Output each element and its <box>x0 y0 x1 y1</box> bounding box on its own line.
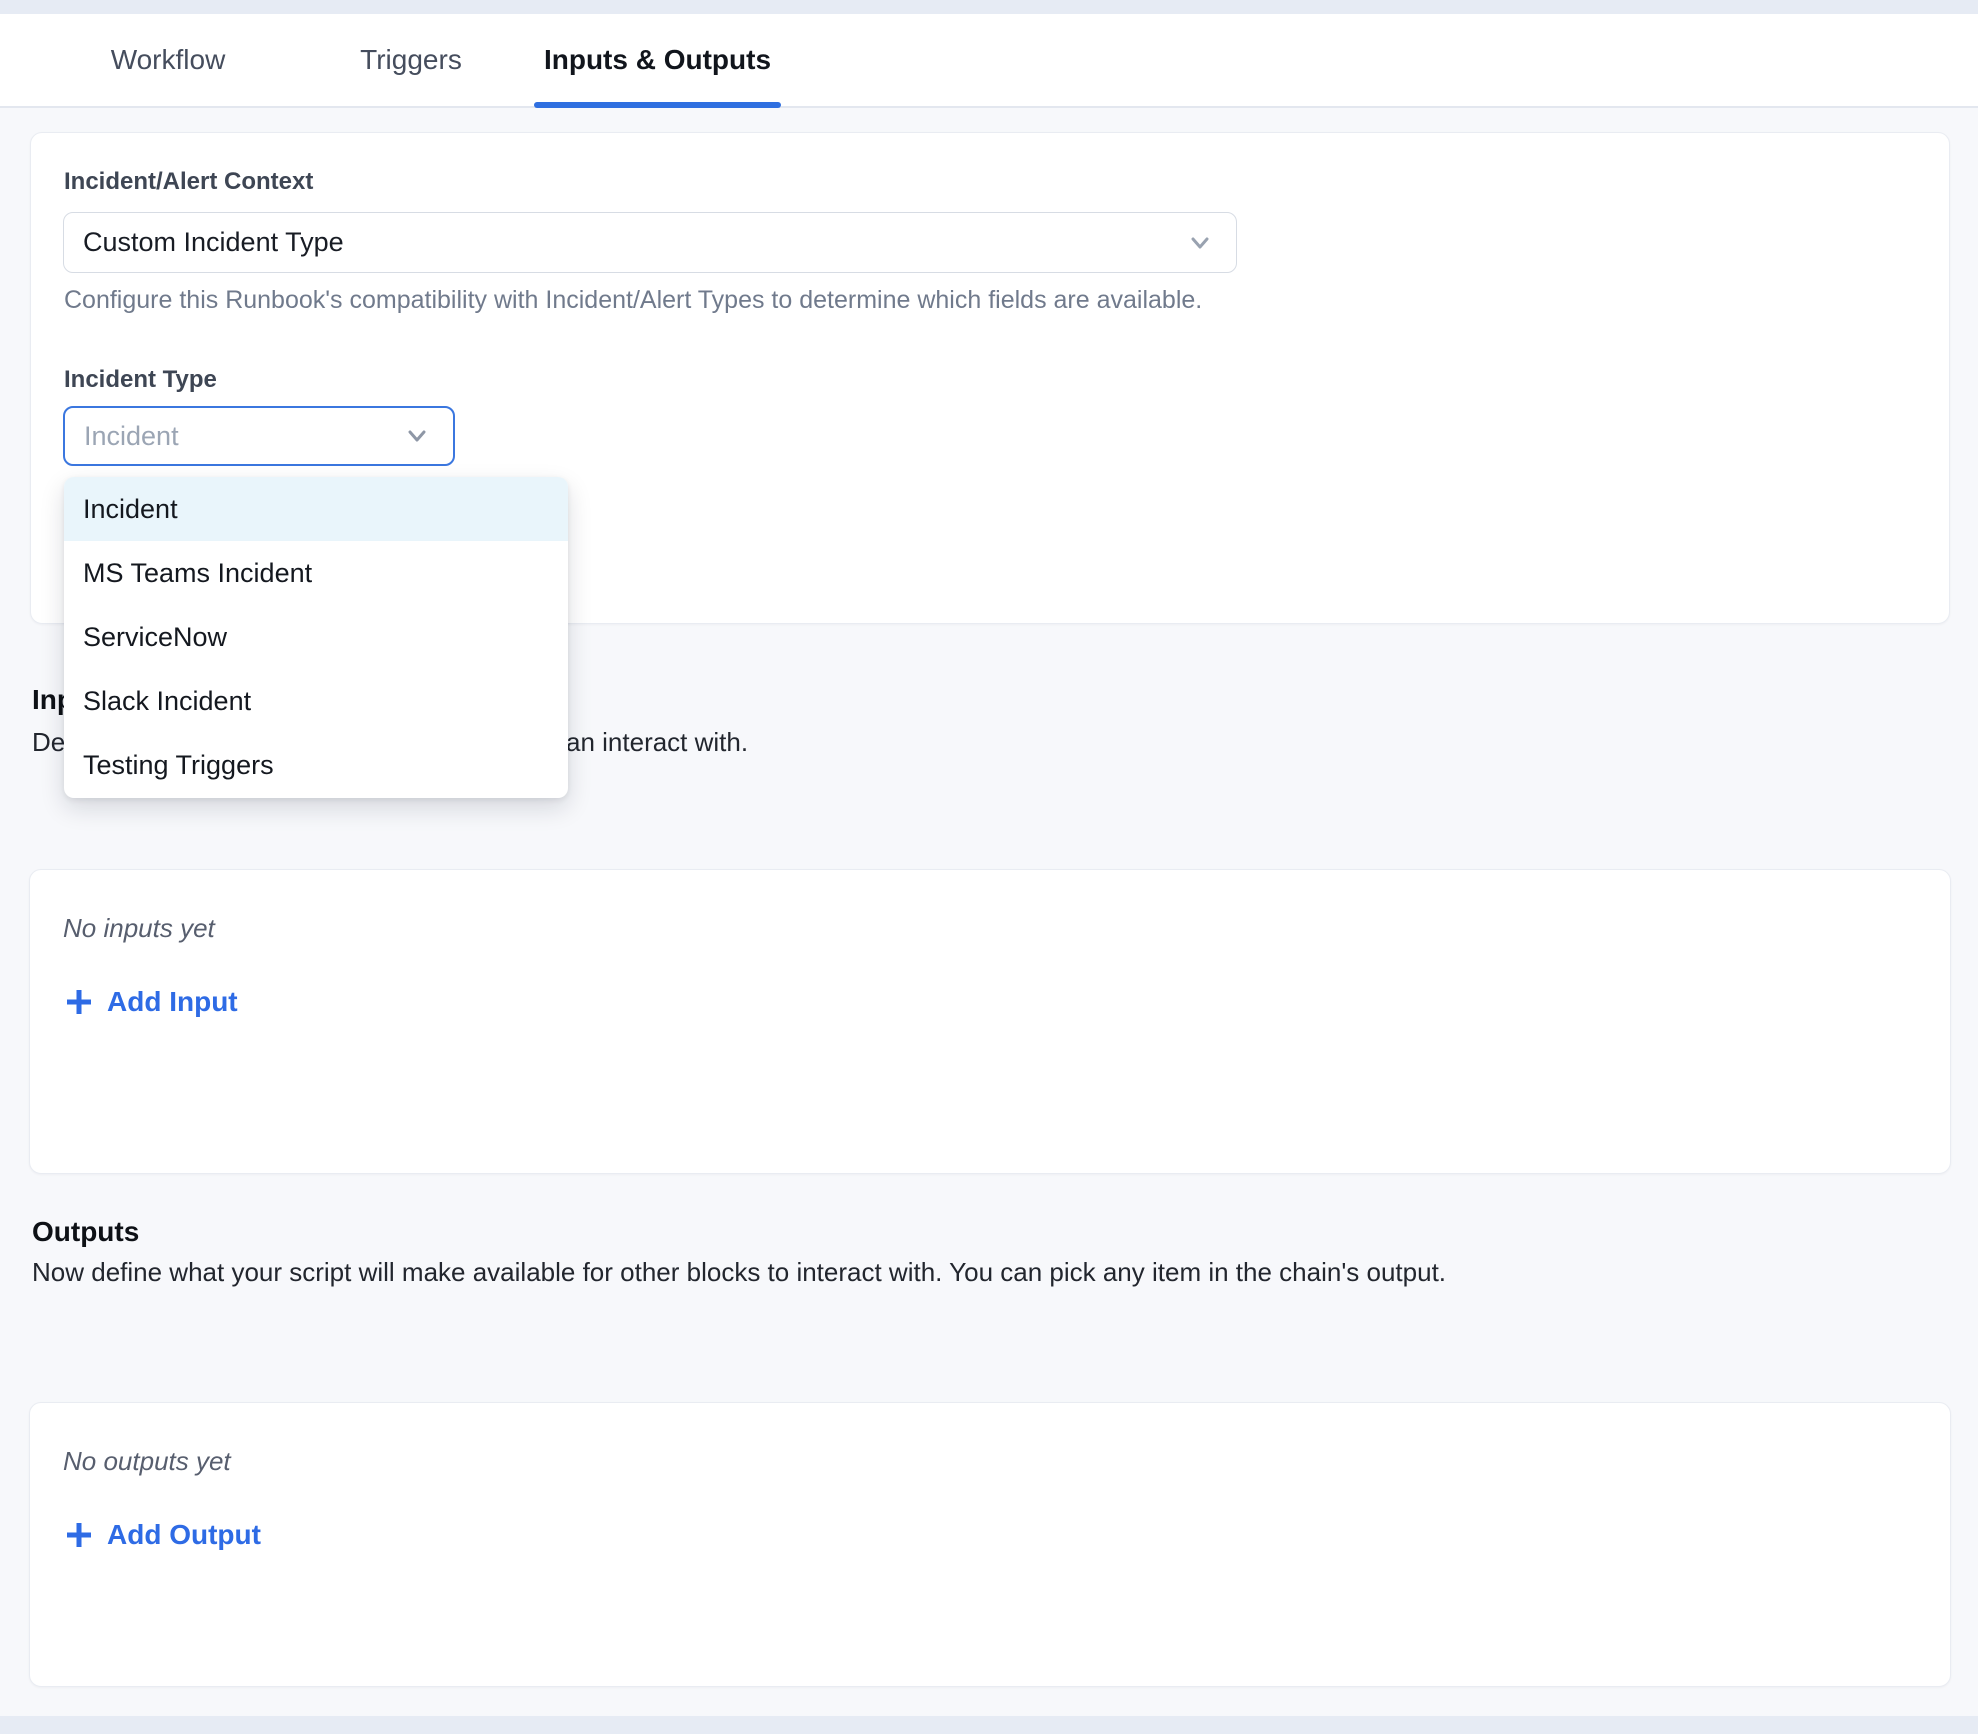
menu-option-incident[interactable]: Incident <box>64 477 568 541</box>
incident-alert-context-select[interactable]: Custom Incident Type <box>63 212 1237 273</box>
inputs-section-description-fragment-left: De <box>32 727 65 758</box>
incident-alert-context-help: Configure this Runbook's compatibility w… <box>64 286 1264 315</box>
menu-option-ms-teams-incident[interactable]: MS Teams Incident <box>64 541 568 605</box>
tab-inputs-outputs[interactable]: Inputs & Outputs <box>534 14 781 106</box>
tab-bar: Workflow Triggers Inputs & Outputs <box>0 14 1978 108</box>
active-tab-indicator <box>534 102 781 108</box>
menu-option-slack-incident[interactable]: Slack Incident <box>64 670 568 734</box>
incident-alert-context-label: Incident/Alert Context <box>64 168 313 196</box>
outputs-section-heading: Outputs <box>32 1216 139 1248</box>
incident-type-select[interactable]: Incident <box>63 406 455 466</box>
menu-option-servicenow[interactable]: ServiceNow <box>64 605 568 669</box>
add-output-button[interactable]: Add Output <box>64 1519 261 1551</box>
outputs-card <box>29 1402 1951 1687</box>
add-output-label: Add Output <box>107 1519 261 1551</box>
top-page-strip <box>0 0 1978 14</box>
add-input-label: Add Input <box>107 986 238 1018</box>
plus-icon <box>64 1520 94 1550</box>
plus-icon <box>64 987 94 1017</box>
inputs-card <box>29 869 1951 1174</box>
incident-type-label: Incident Type <box>64 366 217 394</box>
tab-triggers[interactable]: Triggers <box>340 14 482 106</box>
outputs-section-description: Now define what your script will make av… <box>32 1257 1732 1288</box>
incident-type-dropdown-menu: Incident MS Teams Incident ServiceNow Sl… <box>64 477 568 798</box>
inputs-empty-text: No inputs yet <box>63 913 215 944</box>
bottom-page-strip <box>0 1716 1978 1734</box>
incident-alert-context-value: Custom Incident Type <box>83 227 344 258</box>
outputs-empty-text: No outputs yet <box>63 1446 231 1477</box>
chevron-down-icon <box>1184 227 1216 259</box>
incident-type-placeholder: Incident <box>84 421 179 452</box>
add-input-button[interactable]: Add Input <box>64 986 238 1018</box>
tab-workflow[interactable]: Workflow <box>88 14 248 106</box>
inputs-section-description-fragment-right: an interact with. <box>566 727 748 758</box>
chevron-down-icon <box>401 420 433 452</box>
menu-option-testing-triggers[interactable]: Testing Triggers <box>64 734 568 798</box>
